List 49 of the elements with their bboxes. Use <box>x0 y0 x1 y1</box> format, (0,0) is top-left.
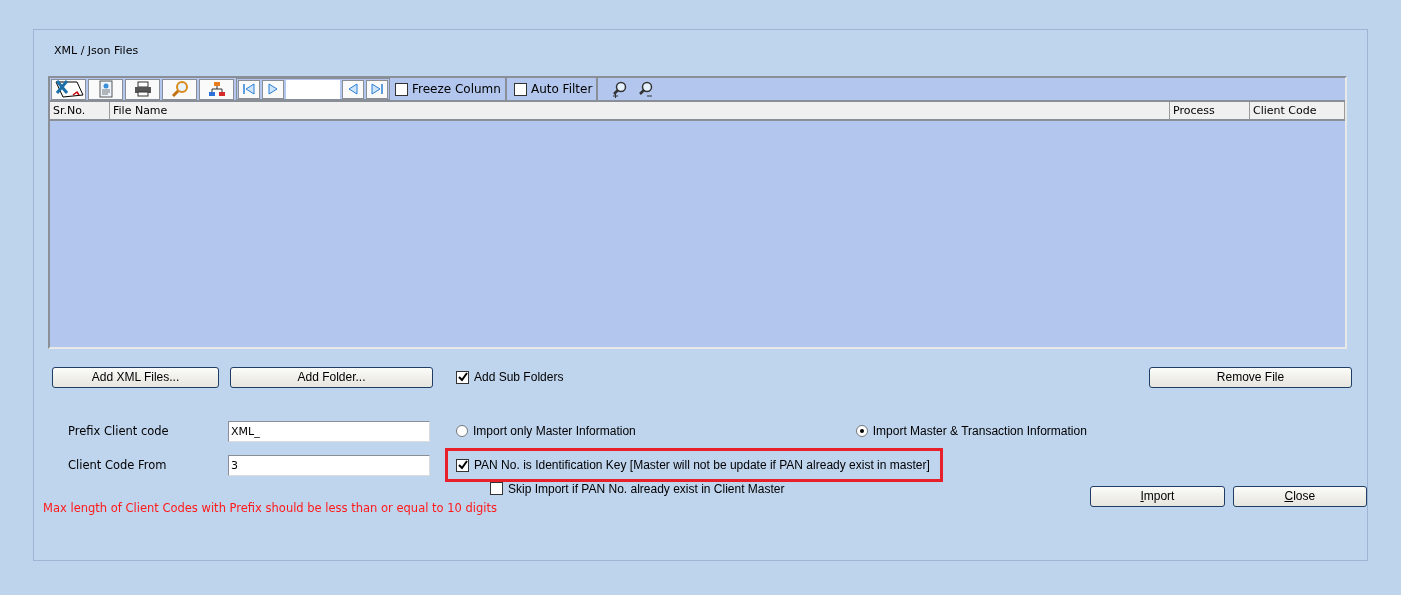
first-page-button[interactable] <box>238 79 260 99</box>
checkbox[interactable] <box>490 482 503 495</box>
spreadsheet-export-button[interactable] <box>51 78 86 100</box>
checkbox-label: Auto Filter <box>530 82 593 96</box>
zoom-out-icon[interactable] <box>638 80 655 98</box>
next-page-icon <box>267 83 279 95</box>
radio-label: Import only Master Information <box>473 424 636 438</box>
field-label: Client Code From <box>68 458 168 472</box>
last-page-button[interactable] <box>366 79 388 99</box>
last-page-icon <box>370 83 384 95</box>
close-button[interactable]: Close <box>1232 485 1367 507</box>
printer-icon <box>133 81 152 97</box>
add-folder-button[interactable]: Add Folder... <box>230 366 433 388</box>
radio-button[interactable] <box>456 425 468 437</box>
warning-message: Max length of Client Codes with Prefix should be less than or equal to 10 digits <box>43 500 498 515</box>
page-field[interactable] <box>286 79 340 99</box>
search-icon <box>170 80 189 98</box>
first-page-icon <box>242 83 256 95</box>
hierarchy-icon <box>207 81 226 97</box>
previous-page-icon <box>347 83 359 95</box>
checkbox-label: Add Sub Folders <box>474 370 564 384</box>
next-page-button[interactable] <box>262 79 284 99</box>
client-code-field[interactable]: 3 <box>228 454 430 476</box>
radio-label: Import Master & Transaction Information <box>872 424 1087 438</box>
column-header[interactable]: File Name <box>110 102 1170 119</box>
checkbox-label: Freeze Column <box>412 82 501 96</box>
prefix-field[interactable]: XML_ <box>228 420 430 442</box>
document-icon <box>97 80 114 98</box>
checkbox[interactable] <box>456 370 469 384</box>
checkbox[interactable] <box>395 82 408 96</box>
radio-button[interactable] <box>855 425 868 437</box>
add-files-button[interactable]: Add XML Files... <box>52 366 219 388</box>
panel-title: XML / Json Files <box>54 44 140 58</box>
checkbox-label: PAN No. is Identification Key [Master will not be update if PAN already exist in master] <box>474 458 930 472</box>
previous-page-button[interactable] <box>342 79 364 99</box>
hierarchy-button[interactable] <box>199 78 234 100</box>
remove-file-button[interactable]: Remove File <box>1149 366 1352 388</box>
printer-button[interactable] <box>125 78 160 100</box>
checkbox-label: Skip Import if PAN No. already exist in Client Master <box>508 481 785 496</box>
import-button[interactable]: Import <box>1090 485 1225 507</box>
field-label: Prefix Client code <box>68 424 170 438</box>
column-header[interactable]: Sr.No. <box>50 102 110 119</box>
column-header[interactable]: Process <box>1170 102 1250 119</box>
checkbox[interactable] <box>513 82 527 96</box>
zoom-in-icon[interactable] <box>612 80 629 98</box>
search-button[interactable] <box>162 78 197 100</box>
spreadsheet-icon <box>52 79 85 99</box>
column-header[interactable]: Client Code <box>1250 102 1345 119</box>
checkbox[interactable] <box>456 458 469 472</box>
